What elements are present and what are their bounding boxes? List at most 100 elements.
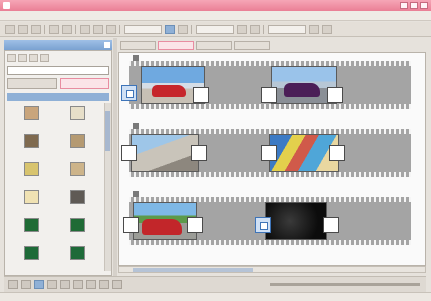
maximize-button[interactable] — [410, 2, 418, 9]
frame-icon — [69, 162, 85, 176]
playback-toolbar — [4, 276, 426, 292]
effect-item[interactable] — [11, 190, 51, 218]
scrollbar-thumb[interactable] — [133, 268, 253, 272]
toolbar-separator — [119, 24, 121, 34]
transition-slot[interactable] — [121, 145, 137, 161]
storyboard-tab-active[interactable] — [158, 41, 194, 50]
storyboard-scrollbar[interactable] — [118, 266, 426, 273]
toolbar-dropdown[interactable] — [124, 24, 162, 34]
storyboard-tab[interactable] — [196, 41, 232, 50]
effect-item[interactable] — [57, 190, 97, 218]
transition-slot[interactable] — [261, 87, 277, 103]
transition-slot[interactable] — [323, 217, 339, 233]
undo-icon[interactable] — [49, 24, 59, 34]
scrollbar-thumb[interactable] — [105, 111, 110, 151]
storyboard-tab[interactable] — [234, 41, 270, 50]
step-forward-icon[interactable] — [47, 280, 57, 289]
film-icon — [69, 106, 85, 120]
copy-icon[interactable] — [93, 24, 103, 34]
film-perforation — [129, 240, 411, 245]
transition-slot[interactable] — [123, 217, 139, 233]
play-icon[interactable] — [165, 24, 175, 34]
panel-tool-button[interactable] — [7, 54, 16, 62]
toolbar-button[interactable] — [309, 24, 319, 34]
transition-slot[interactable] — [261, 145, 277, 161]
slide-icon — [23, 190, 39, 204]
effect-item[interactable] — [57, 162, 97, 190]
redo-icon[interactable] — [62, 24, 72, 34]
row-marker — [133, 123, 139, 129]
storyboard-area — [118, 52, 426, 266]
stop-icon[interactable] — [73, 280, 83, 289]
panel-tab-active[interactable] — [59, 78, 109, 89]
app-window — [0, 0, 431, 301]
purple-car — [284, 83, 320, 97]
panel-tool-button[interactable] — [40, 54, 49, 62]
transition-slot[interactable] — [193, 87, 209, 103]
category-select[interactable] — [7, 66, 109, 75]
list-header — [7, 93, 109, 101]
effects-scrollbar[interactable] — [104, 103, 111, 271]
selected-transition-slot[interactable] — [255, 217, 271, 233]
record-icon[interactable] — [86, 280, 96, 289]
film-strip — [129, 61, 411, 109]
save-icon[interactable] — [31, 24, 41, 34]
step-back-icon[interactable] — [21, 280, 31, 289]
film-strip — [123, 197, 411, 245]
video-clip[interactable] — [265, 202, 327, 240]
minimize-button[interactable] — [400, 2, 408, 9]
title-bar[interactable] — [0, 0, 431, 11]
effect-item[interactable] — [11, 106, 51, 134]
film-strip — [121, 129, 411, 177]
toolbar-separator — [263, 24, 265, 34]
effect-item[interactable] — [11, 218, 51, 246]
effects-list — [11, 106, 101, 274]
window-controls — [400, 2, 428, 9]
zoom-icon[interactable] — [237, 24, 247, 34]
cut-icon[interactable] — [80, 24, 90, 34]
play-icon[interactable] — [34, 280, 44, 289]
loop-icon[interactable] — [99, 280, 109, 289]
effect-item[interactable] — [57, 106, 97, 134]
fast-forward-icon[interactable] — [60, 280, 70, 289]
selected-transition-slot[interactable] — [121, 85, 137, 101]
effect-item[interactable] — [11, 162, 51, 190]
panel-toolbar — [7, 54, 49, 63]
toolbar-separator — [75, 24, 77, 34]
film-perforation — [129, 104, 411, 109]
open-icon[interactable] — [18, 24, 28, 34]
playback-track[interactable] — [270, 283, 420, 286]
transition-slot[interactable] — [187, 217, 203, 233]
paste-icon[interactable] — [106, 24, 116, 34]
toolbar-button[interactable] — [322, 24, 332, 34]
toolbar-separator — [44, 24, 46, 34]
effects-panel-header — [4, 40, 112, 50]
stop-icon[interactable] — [178, 24, 188, 34]
close-icon[interactable] — [104, 42, 110, 48]
toolbar-field[interactable] — [268, 24, 306, 34]
video-clip[interactable] — [131, 134, 199, 172]
panel-tool-button[interactable] — [29, 54, 38, 62]
transition-slot[interactable] — [191, 145, 207, 161]
panel-splitter[interactable] — [113, 38, 117, 278]
toolbar-field[interactable] — [196, 24, 234, 34]
app-icon — [3, 2, 10, 9]
effect-item[interactable] — [11, 246, 51, 274]
transition-slot[interactable] — [327, 87, 343, 103]
new-icon[interactable] — [5, 24, 15, 34]
volume-icon[interactable] — [112, 280, 122, 289]
effect-item[interactable] — [57, 246, 97, 274]
effect-item[interactable] — [11, 134, 51, 162]
effect-item[interactable] — [57, 218, 97, 246]
main-toolbar — [0, 22, 431, 37]
close-button[interactable] — [420, 2, 428, 9]
panel-tab[interactable] — [7, 78, 57, 89]
effect-item[interactable] — [57, 134, 97, 162]
picture-icon — [23, 162, 39, 176]
storyboard-tab[interactable] — [120, 41, 156, 50]
settings-icon[interactable] — [250, 24, 260, 34]
page-curl-icon — [23, 106, 39, 120]
transition-slot[interactable] — [329, 145, 345, 161]
rewind-icon[interactable] — [8, 280, 18, 289]
panel-tool-button[interactable] — [18, 54, 27, 62]
